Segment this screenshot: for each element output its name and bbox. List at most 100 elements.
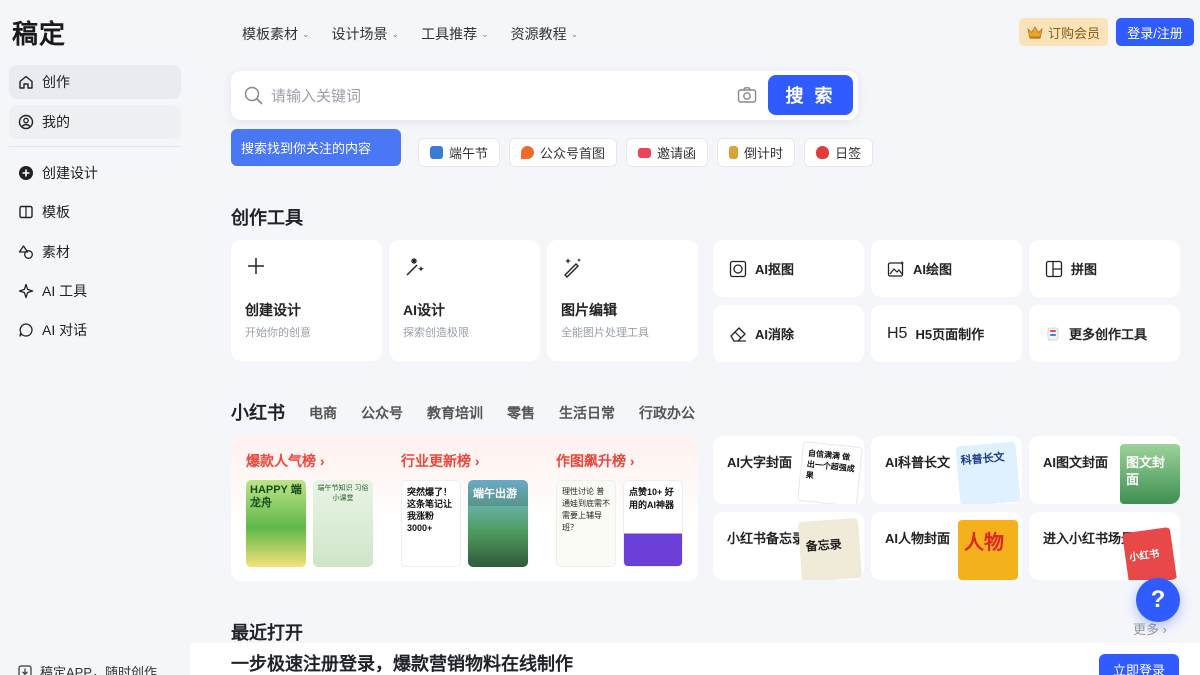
search-input[interactable] [271,81,711,111]
xhs-card-name: AI科普长文 [885,455,951,470]
sidebar-divider [9,146,181,147]
nav-label: 设计场景 [331,26,388,42]
tool-more[interactable]: 更多创作工具 [1029,305,1180,362]
banner-login-button[interactable]: 立即登录 [1099,654,1179,675]
tool-image-edit[interactable]: 图片编辑 全能图片处理工具 [547,240,698,361]
xhs-ai-portrait-cover[interactable]: AI人物封面 人物 [871,512,1022,580]
sidebar: 稿定 创作 我的 创建设计 模板 素材 AI 工具 AI 对话 稿定APP，随时… [0,0,190,675]
xhs-card-name: AI大字封面 [727,455,793,470]
search-icon [244,86,263,110]
hourglass-icon [729,146,739,159]
search-tooltip: 搜索找到你关注的内容 [231,129,401,166]
vip-button[interactable]: 订购会员 [1019,18,1108,46]
sidebar-item-create[interactable]: 创作 [9,65,181,99]
user-icon [18,114,34,130]
fire-icon [521,146,535,159]
sidebar-item-ai-tools[interactable]: AI 工具 [9,274,181,308]
tab-retail[interactable]: 零售 [507,403,535,423]
sidebar-item-template[interactable]: 模板 [9,195,181,229]
chip-official-cover[interactable]: 公众号首图 [509,138,618,167]
art-text: 小红书 [1128,548,1161,564]
xhs-ai-science-article[interactable]: AI科普长文 科普长文 [871,436,1022,504]
chevron-down-icon: ⌄ [302,28,310,39]
xhs-memo[interactable]: 小红书备忘录 备忘录 [713,512,864,580]
plus-icon [246,256,266,281]
card-artwork: 科普长文 [955,441,1021,504]
plus-circle-icon [18,165,34,181]
hot-keywords: 端午节 公众号首图 邀请函 倒计时 日签 [418,138,874,167]
search-button[interactable]: 搜 索 [768,75,853,115]
template-thumb[interactable]: 端午出游 [468,480,528,567]
more-tools-icon [1045,326,1061,342]
template-thumb[interactable]: 端午节知识 习俗小课堂 [313,480,373,567]
chip-countdown[interactable]: 倒计时 [717,138,796,167]
rank-title: 行业更新榜 › [401,453,480,469]
card-artwork: 图文封面 [1120,444,1180,504]
xhs-card-name: AI人物封面 [885,531,951,546]
tool-create-design[interactable]: 创建设计 开始你的创意 [231,240,382,361]
tab-ecommerce[interactable]: 电商 [309,403,337,423]
sidebar-item-create-design[interactable]: 创建设计 [9,156,181,190]
template-thumb[interactable]: 突然爆了！这条笔记让我涨粉3000+ [401,480,461,567]
chip-daily[interactable]: 日签 [804,138,874,167]
thumb-text: 点赞10+ 好用的AI神器 [629,487,675,510]
tool-name: 更多创作工具 [1069,327,1148,342]
chip-dragon-boat[interactable]: 端午节 [418,138,501,167]
cutout-icon [729,260,747,278]
boat-icon [430,146,443,159]
rank-rising[interactable]: 作图飙升榜 › 理性讨论 普通娃到底需不需要上辅导班？ 点赞10+ 好用的AI神… [541,436,691,581]
tool-ai-cutout[interactable]: AI抠图 [713,240,864,297]
tool-ai-design[interactable]: AI设计 探索创造极限 [389,240,540,361]
help-button[interactable]: ? [1136,578,1180,622]
logo[interactable]: 稿定 [12,14,66,51]
rank-industry[interactable]: 行业更新榜 › 突然爆了！这条笔记让我涨粉3000+ 端午出游 [386,436,536,581]
tool-ai-erase[interactable]: AI消除 [713,305,864,362]
h5-icon: H5 [887,324,908,342]
art-text: 科普长文 [960,451,1006,468]
tool-name: 图片编辑 [561,302,617,318]
thumb-text: 理性讨论 普通娃到底需不需要上辅导班？ [562,487,610,532]
tool-ai-draw[interactable]: AI绘图 [871,240,1022,297]
template-thumb[interactable]: 点赞10+ 好用的AI神器 [623,480,683,567]
more-link[interactable]: 更多 › [1133,619,1167,638]
chevron-down-icon: ⌄ [481,28,489,39]
sidebar-item-mine[interactable]: 我的 [9,105,181,139]
nav-templates[interactable]: 模板素材 ⌄ [242,24,310,44]
tool-collage[interactable]: 拼图 [1029,240,1180,297]
tab-official[interactable]: 公众号 [361,403,403,423]
xhs-ai-big-text-cover[interactable]: AI大字封面 自信满满 做出一个超强成果 [713,436,864,504]
login-banner: 一步极速注册登录，爆款营销物料在线制作 立即登录 [190,643,1200,675]
rank-popular[interactable]: 爆款人气榜 › HAPPY 端龙舟 端午节知识 习俗小课堂 [231,436,381,581]
camera-icon[interactable] [737,86,757,109]
tool-name: AI绘图 [913,262,953,277]
card-artwork: 小红书 [1122,526,1178,580]
nav-label: 工具推荐 [421,26,478,42]
tool-name: 拼图 [1071,262,1098,277]
sidebar-item-ai-chat[interactable]: AI 对话 [9,313,181,347]
sidebar-item-material[interactable]: 素材 [9,235,181,269]
login-register-button[interactable]: 登录/注册 [1116,18,1194,46]
template-thumb[interactable]: HAPPY 端龙舟 [246,480,306,567]
rank-title: 爆款人气榜 › [246,453,325,469]
thumb-text: 端午节知识 习俗小课堂 [317,485,369,502]
template-thumb[interactable]: 理性讨论 普通娃到底需不需要上辅导班？ [556,480,616,567]
chevron-down-icon: ⌄ [391,28,400,39]
tool-h5-page[interactable]: H5 H5页面制作 [871,305,1022,362]
nav-scenes[interactable]: 设计场景 ⌄ [332,24,400,44]
xhs-tabs: 电商 公众号 教育培训 零售 生活日常 行政办公 [309,403,695,423]
nav-tools[interactable]: 工具推荐 ⌄ [421,24,489,44]
art-text: 备忘录 [805,537,843,554]
chip-label: 倒计时 [744,146,784,161]
tab-education[interactable]: 教育培训 [427,403,483,423]
xhs-ai-image-text-cover[interactable]: AI图文封面 图文封面 [1029,436,1180,504]
chip-invitation[interactable]: 邀请函 [626,138,709,167]
xhs-enter-scene[interactable]: 进入小红书场景 › 小红书 [1029,512,1180,580]
nav-resources[interactable]: 资源教程 ⌄ [511,24,579,44]
heart-icon [816,146,830,159]
tab-daily[interactable]: 生活日常 [559,403,615,423]
card-artwork: 备忘录 [797,517,863,580]
home-icon [18,74,34,90]
tab-office[interactable]: 行政办公 [639,403,695,423]
tool-name: AI消除 [755,327,795,342]
app-download-link[interactable]: 稿定APP，随时创作 [18,662,157,675]
